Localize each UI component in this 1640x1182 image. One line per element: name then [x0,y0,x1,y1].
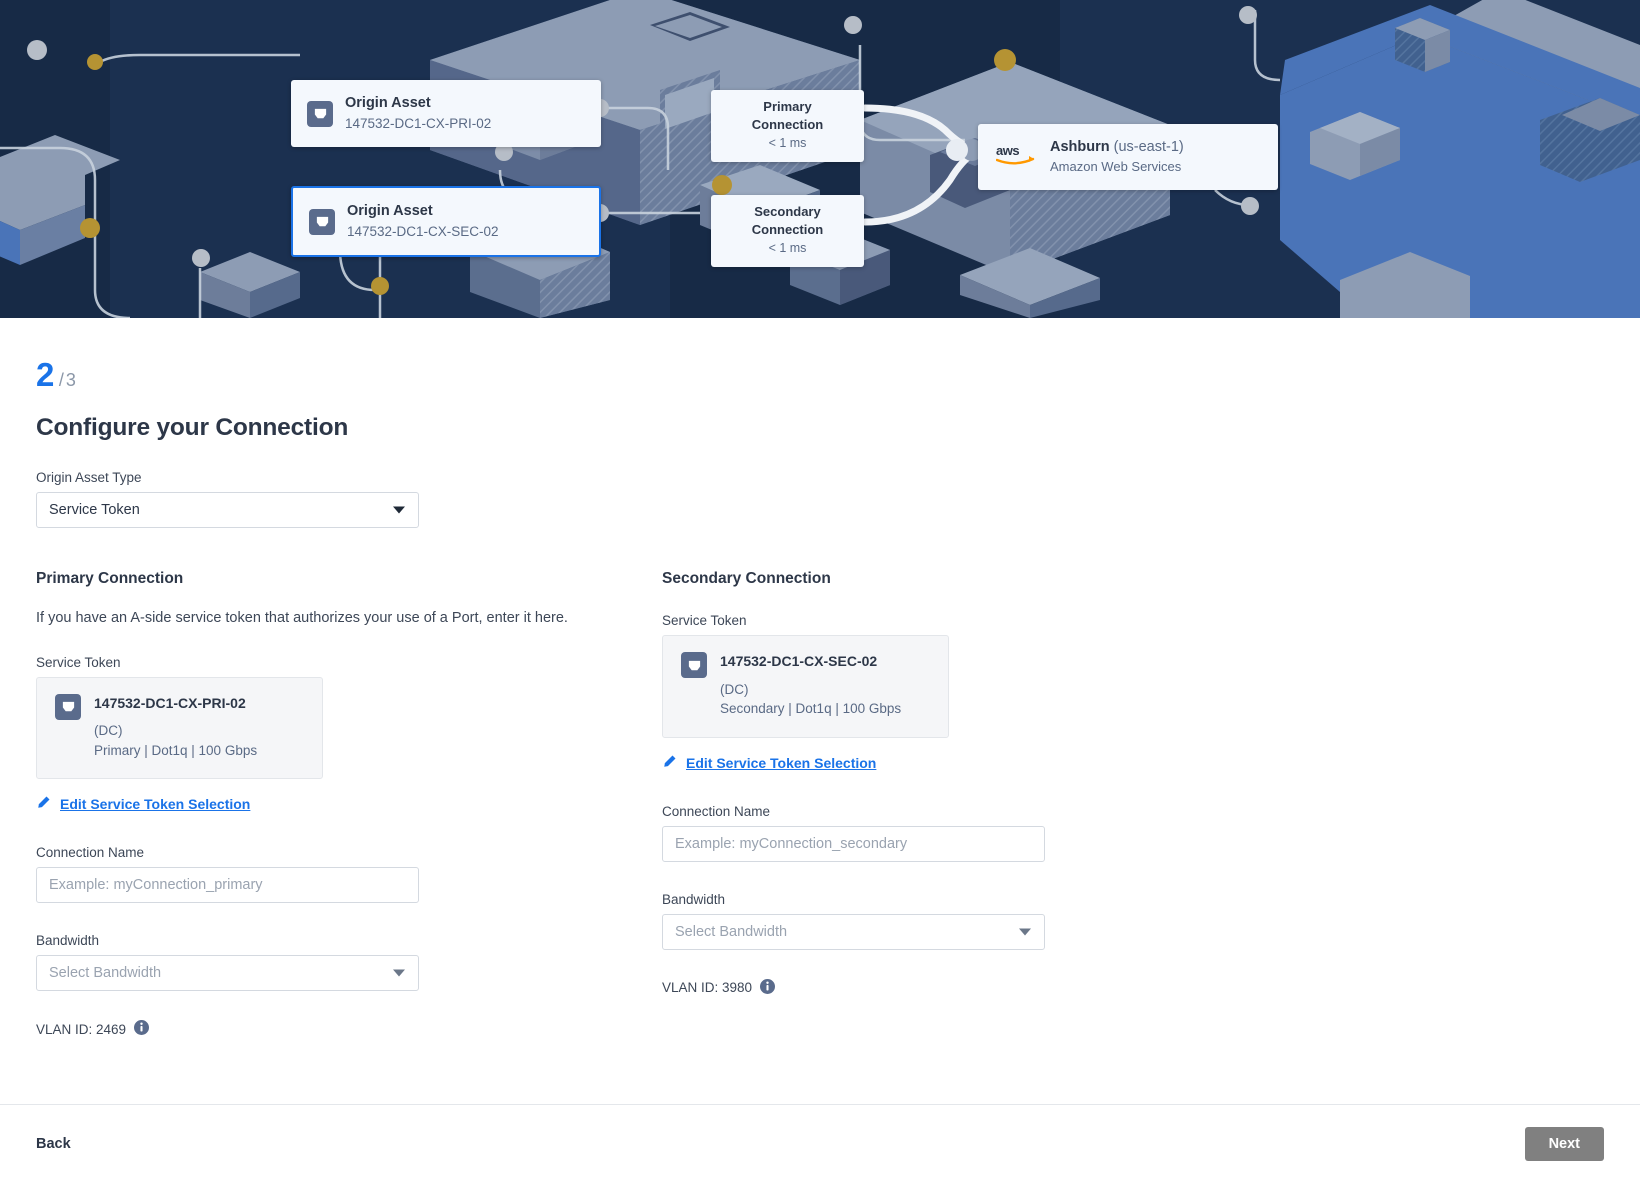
port-icon [55,693,81,720]
primary-connection-name-group: Connection Name [36,845,662,904]
main-content: 2 / 3 Configure your Connection Origin A… [0,318,1640,1038]
secondary-connection-name-group: Connection Name [662,804,1288,862]
secondary-service-token-label: Service Token [662,613,747,628]
primary-edit-service-token-link[interactable]: Edit Service Token Selection [36,795,250,813]
back-button[interactable]: Back [36,1136,71,1152]
secondary-edit-service-token-link[interactable]: Edit Service Token Selection [662,754,876,772]
secondary-vlan-text: VLAN ID: 3980 [662,980,753,996]
primary-token-name: 147532-DC1-CX-PRI-02 [94,694,246,711]
pencil-icon [36,795,51,813]
step-current: 2 [36,356,54,393]
primary-token-meta: Primary | Dot1q | 100 Gbps [94,742,258,758]
primary-service-token-card: 147532-DC1-CX-PRI-02 (DC) Primary | Dot1… [36,676,323,780]
secondary-bandwidth-value: Select Bandwidth [675,923,788,940]
secondary-bandwidth-group: Bandwidth Select Bandwidth [662,892,1288,950]
hero-origin-title: Origin Asset [347,203,433,219]
step-indicator: 2 / 3 [36,356,1640,394]
hero-primary-connection-pill[interactable]: Primary Connection < 1 ms [711,90,864,163]
primary-bandwidth-select[interactable]: Select Bandwidth [36,955,419,992]
step-total: 3 [65,370,76,390]
primary-connection-description: If you have an A-side service token that… [36,610,568,626]
secondary-connection-name-label: Connection Name [662,803,771,819]
chevron-down-icon [1019,928,1031,936]
secondary-service-token-card: 147532-DC1-CX-SEC-02 (DC) Secondary | Do… [662,635,949,738]
secondary-token-name: 147532-DC1-CX-SEC-02 [720,653,878,669]
port-icon [307,100,333,127]
primary-bandwidth-label: Bandwidth [36,933,100,949]
hero-origin-asset-card-primary[interactable]: Origin Asset 147532-DC1-CX-PRI-02 [291,80,601,148]
wizard-footer: Back Next [0,1104,1640,1182]
secondary-bandwidth-select[interactable]: Select Bandwidth [662,913,1045,950]
hero-primary-connection-latency: < 1 ms [768,136,807,151]
info-icon[interactable] [760,978,776,997]
secondary-connection-column: Secondary Connection Service Token 14753… [662,570,1288,1038]
aws-region-name: Ashburn (us-east-1) [1050,139,1184,155]
svg-text:aws: aws [996,143,1019,158]
secondary-edit-link-text: Edit Service Token Selection [686,754,877,771]
origin-asset-type-select[interactable]: Service Token [36,492,419,528]
aws-provider-name: Amazon Web Services [1050,159,1182,175]
hero-destination-card-aws[interactable]: aws Ashburn (us-east-1) Amazon Web Servi… [978,124,1278,190]
primary-token-dc: (DC) [94,723,123,739]
secondary-connection-name-input[interactable] [662,825,1045,862]
port-icon [681,652,707,678]
primary-bandwidth-group: Bandwidth Select Bandwidth [36,933,662,992]
hero-origin-subtitle: 147532-DC1-CX-SEC-02 [347,223,499,239]
hero-secondary-connection-pill[interactable]: Secondary Connection < 1 ms [711,195,864,268]
hero-illustration: Origin Asset 147532-DC1-CX-PRI-02 Origin… [0,0,1640,318]
aws-logo-icon: aws [995,143,1036,170]
primary-vlan-row: VLAN ID: 2469 [36,1020,662,1038]
primary-bandwidth-value: Select Bandwidth [49,965,162,982]
secondary-token-dc: (DC) [720,681,749,697]
primary-service-token-label: Service Token [36,654,121,670]
origin-asset-type-label: Origin Asset Type [36,470,142,485]
secondary-connection-heading: Secondary Connection [662,570,831,587]
step-separator: / [58,370,64,390]
secondary-vlan-row: VLAN ID: 3980 [662,978,1288,997]
hero-origin-title: Origin Asset [345,95,431,111]
primary-connection-heading: Primary Connection [36,570,184,587]
chevron-down-icon [393,969,405,977]
pencil-icon [662,754,677,772]
primary-connection-name-label: Connection Name [36,845,145,861]
hero-secondary-connection-latency: < 1 ms [768,241,807,256]
port-icon [309,208,335,235]
secondary-bandwidth-label: Bandwidth [662,891,726,907]
hero-origin-asset-card-secondary[interactable]: Origin Asset 147532-DC1-CX-SEC-02 [291,186,601,258]
origin-asset-type-value: Service Token [49,502,140,518]
primary-connection-name-input[interactable] [36,867,419,904]
connection-columns: Primary Connection If you have an A-side… [36,570,1640,1038]
hero-primary-connection-title: Primary Connection [751,99,824,133]
primary-vlan-text: VLAN ID: 2469 [36,1021,127,1037]
hero-origin-subtitle: 147532-DC1-CX-PRI-02 [345,115,492,131]
chevron-down-icon [393,506,405,514]
hero-secondary-connection-title: Secondary Connection [751,204,824,238]
page-title: Configure your Connection [36,414,349,441]
primary-connection-column: Primary Connection If you have an A-side… [36,570,662,1038]
origin-asset-type-group: Origin Asset Type Service Token [36,470,1640,528]
info-icon[interactable] [134,1020,150,1038]
secondary-token-meta: Secondary | Dot1q | 100 Gbps [720,701,902,717]
next-button[interactable]: Next [1524,1126,1604,1161]
primary-edit-link-text: Edit Service Token Selection [60,796,251,813]
